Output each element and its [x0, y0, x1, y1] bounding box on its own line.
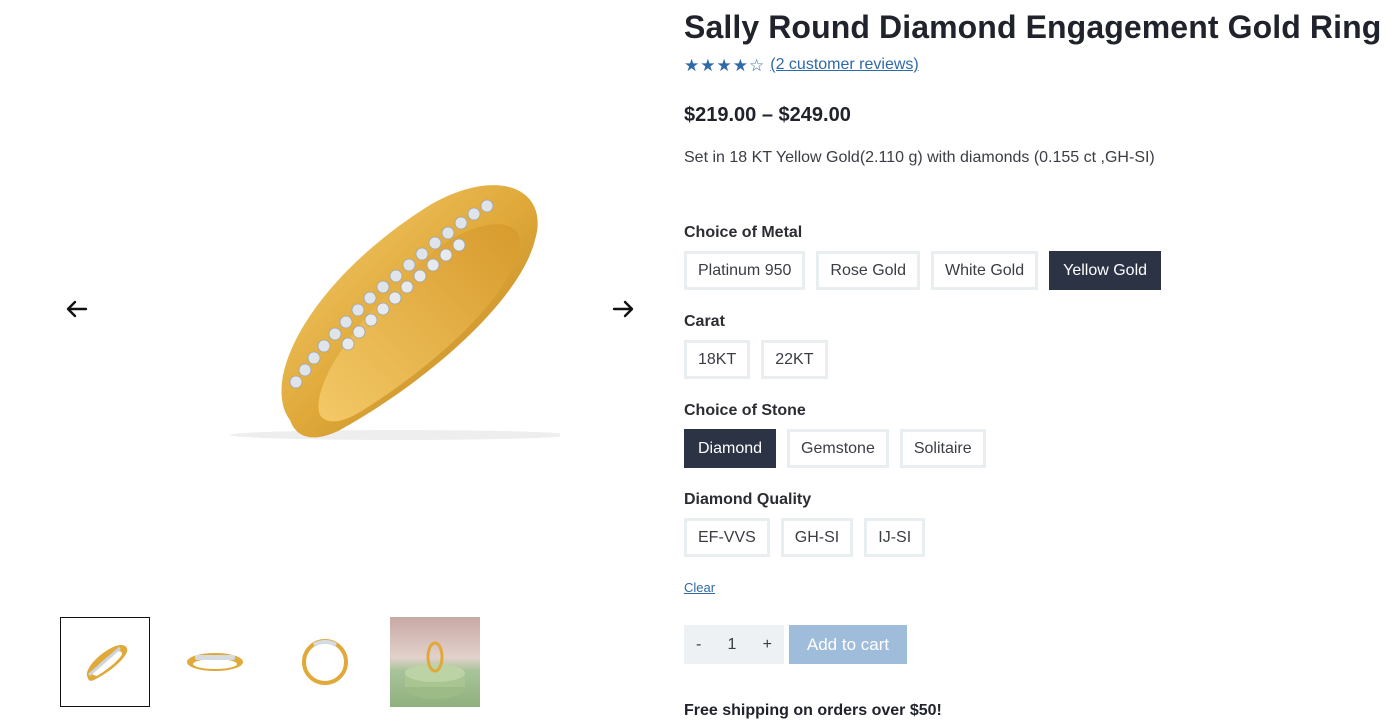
- attribute-label: Choice of Metal: [684, 224, 803, 241]
- thumbnail-ring-angle[interactable]: [60, 617, 150, 707]
- previous-image-button[interactable]: [62, 296, 92, 322]
- option-gh-si[interactable]: GH-SI: [780, 518, 854, 557]
- option-platinum-950[interactable]: Platinum 950: [684, 251, 806, 290]
- option-diamond[interactable]: Diamond: [684, 429, 777, 468]
- attribute-diamond-quality: Diamond Quality EF-VVS GH-SI IJ-SI: [684, 491, 926, 557]
- ring-side-thumbnail-image: [187, 653, 243, 671]
- metal-options: Platinum 950 Rose Gold White Gold Yellow…: [684, 251, 1162, 290]
- product-summary: Sally Round Diamond Engagement Gold Ring…: [684, 0, 1384, 719]
- option-gemstone[interactable]: Gemstone: [787, 429, 889, 468]
- option-yellow-gold[interactable]: Yellow Gold: [1049, 251, 1162, 290]
- add-to-cart-row: - 1 + Add to cart: [684, 625, 907, 664]
- ring-top-thumbnail-image: [302, 639, 348, 685]
- thumbnail-ring-top[interactable]: [280, 617, 370, 707]
- stone-options: Diamond Gemstone Solitaire: [684, 429, 986, 468]
- option-ij-si[interactable]: IJ-SI: [864, 518, 926, 557]
- attribute-label: Diamond Quality: [684, 491, 812, 508]
- attribute-carat: Carat 18KT 22KT: [684, 313, 828, 379]
- option-ef-vvs[interactable]: EF-VVS: [684, 518, 770, 557]
- add-to-cart-button[interactable]: Add to cart: [789, 625, 907, 664]
- free-shipping-notice: Free shipping on orders over $50!: [684, 702, 942, 719]
- star-empty-icon: ☆: [749, 55, 765, 75]
- attribute-metal: Choice of Metal Platinum 950 Rose Gold W…: [684, 224, 1162, 290]
- star-filled-icon: ★: [700, 55, 716, 75]
- thumbnail-ring-lifestyle[interactable]: [390, 617, 480, 707]
- diamond-quality-options: EF-VVS GH-SI IJ-SI: [684, 518, 926, 557]
- quantity-stepper: - 1 +: [684, 625, 784, 664]
- star-filled-icon: ★: [684, 55, 700, 75]
- quantity-decrease-button[interactable]: -: [696, 636, 701, 654]
- ring-angle-thumbnail-image: [86, 644, 128, 681]
- quantity-value[interactable]: 1: [728, 636, 737, 654]
- star-filled-icon: ★: [716, 55, 732, 75]
- attribute-label: Carat: [684, 313, 725, 330]
- star-filled-icon: ★: [732, 55, 748, 75]
- star-rating: ★ ★ ★ ★ ☆: [684, 57, 764, 74]
- product-description: Set in 18 KT Yellow Gold(2.110 g) with d…: [684, 149, 1155, 166]
- next-image-button[interactable]: [608, 296, 638, 322]
- arrow-right-icon: [612, 300, 634, 318]
- product-gallery: [0, 0, 684, 728]
- carat-options: 18KT 22KT: [684, 340, 828, 379]
- product-price: $219.00 – $249.00: [684, 104, 851, 126]
- option-rose-gold[interactable]: Rose Gold: [816, 251, 920, 290]
- thumbnail-ring-side[interactable]: [170, 617, 260, 707]
- clear-selection-link[interactable]: Clear: [684, 580, 715, 595]
- customer-reviews-link[interactable]: (2 customer reviews): [770, 56, 918, 74]
- attribute-label: Choice of Stone: [684, 402, 806, 419]
- rating-row: ★ ★ ★ ★ ☆ (2 customer reviews): [684, 54, 1384, 76]
- main-product-image[interactable]: [60, 20, 660, 600]
- thumbnail-strip: [60, 617, 480, 707]
- ring-image: [230, 185, 560, 440]
- ring-lifestyle-thumbnail-image: [405, 641, 465, 699]
- option-solitaire[interactable]: Solitaire: [899, 429, 986, 468]
- option-18kt[interactable]: 18KT: [684, 340, 751, 379]
- option-22kt[interactable]: 22KT: [761, 340, 828, 379]
- quantity-increase-button[interactable]: +: [763, 636, 772, 654]
- option-white-gold[interactable]: White Gold: [930, 251, 1039, 290]
- product-title: Sally Round Diamond Engagement Gold Ring: [684, 9, 1382, 45]
- attribute-stone: Choice of Stone Diamond Gemstone Solitai…: [684, 402, 986, 468]
- arrow-left-icon: [66, 300, 88, 318]
